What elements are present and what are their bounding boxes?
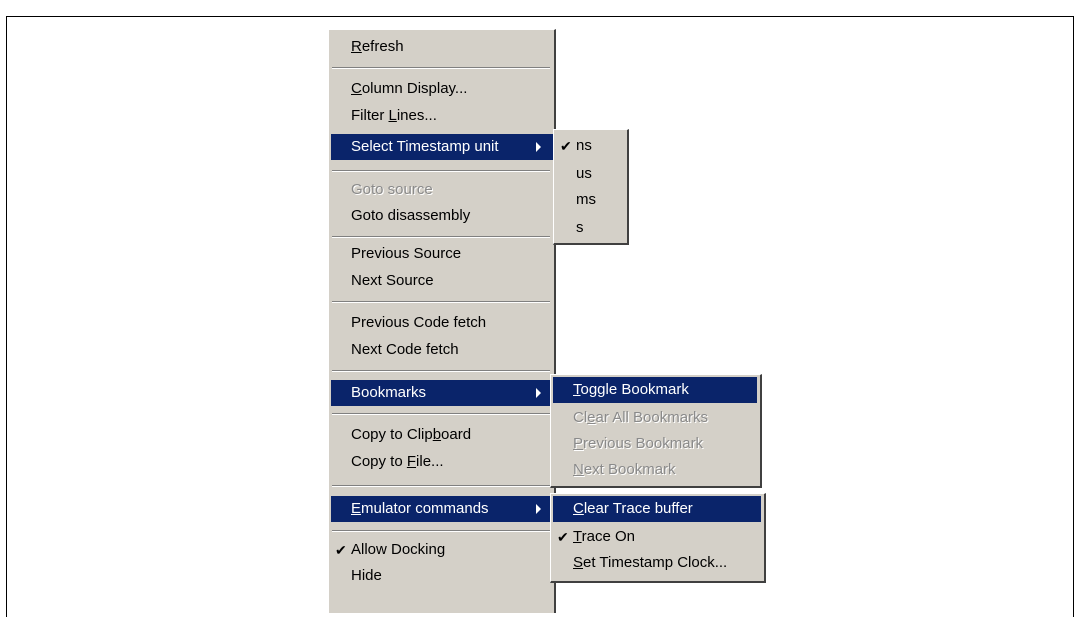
menu-item-clear-trace-buffer[interactable]: Clear Trace buffer (553, 496, 761, 522)
menu-item-emulator-commands[interactable]: Emulator commands (331, 496, 553, 522)
menu-item-goto-disassembly[interactable]: Goto disassembly (331, 203, 553, 229)
menu-separator (332, 236, 550, 238)
menu-separator (332, 530, 550, 532)
submenu-arrow-icon (536, 388, 541, 398)
menu-separator (332, 485, 550, 487)
menu-item-copy-to-file[interactable]: Copy to File... (331, 449, 553, 475)
checkmark-icon: ✔ (335, 542, 347, 558)
timestamp-unit-submenu: ✔ ns us ms s (553, 129, 629, 245)
context-menu: Refresh Column Display... Filter Lines..… (328, 29, 556, 613)
menu-item-unit-ns[interactable]: ✔ ns (556, 132, 626, 160)
menu-item-next-code-fetch[interactable]: Next Code fetch (331, 337, 553, 363)
menu-item-copy-to-clipboard[interactable]: Copy to Clipboard (331, 422, 553, 448)
submenu-arrow-icon (536, 504, 541, 514)
checkmark-icon: ✔ (557, 529, 569, 545)
menu-item-trace-on[interactable]: ✔ Trace On (553, 524, 761, 550)
menu-separator (332, 170, 550, 172)
menu-item-filter-lines[interactable]: Filter Lines... (331, 103, 553, 129)
menu-separator (332, 67, 550, 69)
menu-item-hide[interactable]: Hide (331, 563, 553, 589)
menu-item-next-bookmark: Next Bookmark (573, 461, 676, 478)
menu-item-previous-code-fetch[interactable]: Previous Code fetch (331, 310, 553, 336)
menu-item-clear-all-bookmarks: Clear All Bookmarks (573, 409, 709, 426)
bookmarks-submenu: Toggle Bookmark Clear All Bookmarks Prev… (550, 374, 762, 488)
emulator-commands-submenu: Clear Trace buffer ✔ Trace On Set Timesta… (550, 493, 766, 583)
menu-item-next-source[interactable]: Next Source (331, 268, 553, 294)
menu-item-column-display[interactable]: Column Display... (331, 76, 553, 102)
menu-item-goto-source: Goto source (351, 181, 433, 198)
menu-item-allow-docking[interactable]: ✔ Allow Docking (331, 537, 553, 563)
menu-item-refresh[interactable]: Refresh (331, 34, 553, 60)
menu-item-unit-ms[interactable]: ms (556, 186, 626, 214)
menu-item-previous-source[interactable]: Previous Source (331, 241, 553, 267)
menu-separator (332, 370, 550, 372)
menu-item-previous-bookmark: Previous Bookmark (573, 435, 704, 452)
menu-item-select-timestamp-unit[interactable]: Select Timestamp unit (331, 134, 553, 160)
checkmark-icon: ✔ (560, 138, 572, 154)
menu-item-set-timestamp-clock[interactable]: Set Timestamp Clock... (553, 550, 761, 576)
menu-item-unit-us[interactable]: us (556, 160, 626, 188)
submenu-arrow-icon (536, 142, 541, 152)
menu-item-unit-s[interactable]: s (556, 214, 626, 242)
menu-separator (332, 301, 550, 303)
menu-item-bookmarks[interactable]: Bookmarks (331, 380, 553, 406)
menu-separator (332, 413, 550, 415)
menu-item-toggle-bookmark[interactable]: Toggle Bookmark (553, 377, 757, 403)
